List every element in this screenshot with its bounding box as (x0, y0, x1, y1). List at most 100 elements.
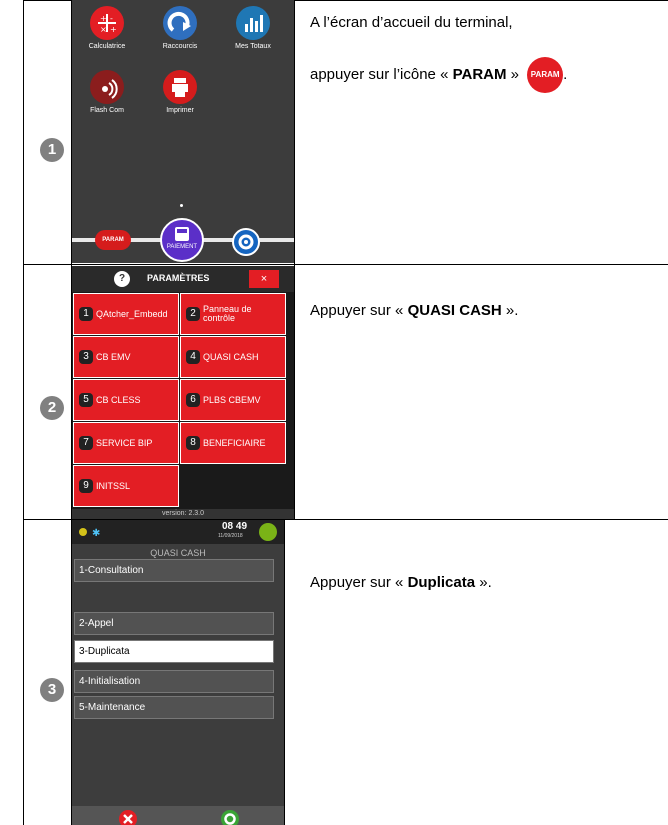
app-label: Calculatrice (88, 43, 126, 50)
tile-number: 2 (186, 307, 200, 321)
tile-number: 3 (79, 350, 93, 364)
tile-number: 8 (186, 436, 200, 450)
payment-terminal-icon (175, 227, 189, 241)
tile-label: CB CLESS (96, 394, 141, 405)
tile-number: 7 (79, 436, 93, 450)
tile-number: 9 (79, 479, 93, 493)
app-mes-totaux: Mes Totaux (218, 6, 288, 50)
app-calculatrice: + - × + Calculatrice (72, 6, 142, 50)
step2-bold: QUASI CASH (407, 302, 502, 319)
tile-label: Panneau de contrôle (203, 304, 252, 323)
menu-item-appel[interactable]: 2-Appel (74, 612, 274, 635)
tile-qatcher[interactable]: 1 QAtcher_Embedd (73, 293, 179, 335)
step1-line1: A l’écran d’accueil du terminal, (310, 14, 513, 31)
circle-ok-icon (224, 813, 236, 825)
app-raccourcis: Raccourcis (145, 6, 215, 50)
tile-label: CB EMV (96, 351, 131, 362)
step3-instruction: Appuyer sur « Duplicata ». (310, 574, 492, 591)
calculator-icon: + - × + (90, 6, 124, 40)
tile-beneficiaire[interactable]: 8 BENEFICIAIRE (180, 422, 286, 464)
tile-quasi-cash[interactable]: 4 QUASI CASH (180, 336, 286, 378)
step2-text-post: ». (501, 302, 519, 319)
param-button[interactable]: PARAM (95, 230, 131, 250)
tile-label: SERVICE BIP (96, 437, 153, 448)
clock-date: 11/09/2018 (218, 533, 243, 539)
step-bullet-1: 1 (40, 138, 64, 162)
paiement-label: PAIEMENT (166, 244, 198, 250)
status-bar: ✱ 08 49 11/09/2018 (72, 520, 284, 544)
quasi-cash-screen-screenshot: ✱ 08 49 11/09/2018 QUASI CASH 1-Consulta… (72, 520, 284, 825)
step-bullet-3: 3 (40, 678, 64, 702)
app-flash-com: Flash Com (72, 70, 142, 114)
tile-label: BENEFICIAIRE (203, 437, 266, 448)
tile-cb-cless[interactable]: 5 CB CLESS (73, 379, 179, 421)
tile-number: 5 (79, 393, 93, 407)
tile-label: QAtcher_Embedd (96, 308, 168, 319)
help-button[interactable]: ? (114, 271, 130, 287)
step2-instruction: Appuyer sur « QUASI CASH ». (310, 302, 518, 319)
app-label: Flash Com (90, 107, 124, 114)
tile-label: QUASI CASH (203, 351, 259, 362)
version-footer: version: 2.3.0 (72, 509, 294, 519)
parametres-screen-screenshot: ? PARAMÈTRES × 1 QAtcher_Embedd 2 Panneau … (72, 266, 294, 519)
battery-icon (259, 523, 277, 541)
printer-icon (163, 70, 197, 104)
step3-bold: Duplicata (407, 574, 476, 591)
svg-text:✱: ✱ (92, 528, 100, 539)
tile-initssl[interactable]: 9 INITSSL (73, 465, 179, 507)
tile-number: 1 (79, 307, 93, 321)
close-x-icon (123, 814, 133, 824)
step1-bold: PARAM (452, 65, 507, 83)
clock-time: 08 49 (222, 521, 248, 532)
validate-button[interactable] (221, 810, 239, 825)
param-inline-icon: PARAM (527, 57, 564, 93)
parametres-header: ? PARAMÈTRES × (72, 266, 294, 292)
screen-title: QUASI CASH (150, 548, 206, 558)
menu-item-duplicata[interactable]: 3-Duplicata (74, 640, 274, 663)
step2-text-pre: Appuyer sur « (310, 302, 408, 319)
paiement-button[interactable]: PAIEMENT (160, 218, 204, 262)
tile-number: 4 (186, 350, 200, 364)
step-bullet-2: 2 (40, 396, 64, 420)
settings-button[interactable] (232, 228, 260, 256)
tile-label: INITSSL (96, 480, 131, 491)
tile-label: PLBS CBEMV (203, 394, 261, 405)
app-label: Mes Totaux (235, 43, 271, 50)
svg-text:-: - (110, 14, 113, 23)
instruction-table: 1 + - × + Calculatrice Raccourcis Mes Totau… (0, 0, 668, 825)
tile-panneau-controle[interactable]: 2 Panneau de contrôle (180, 293, 286, 335)
step1-period: . (563, 65, 568, 83)
stats-chart-icon (236, 6, 270, 40)
gear-icon (238, 234, 254, 250)
step1-line2: appuyer sur l’icône « PARAM » PARAM. (310, 57, 668, 93)
step1-text-pre: appuyer sur l’icône « (310, 65, 453, 83)
broadcast-icon (90, 70, 124, 104)
app-label: Imprimer (166, 107, 194, 114)
close-button[interactable]: × (249, 270, 279, 288)
svg-text:+: + (110, 25, 117, 34)
cancel-button[interactable] (119, 810, 137, 825)
menu-item-initialisation[interactable]: 4-Initialisation (74, 670, 274, 693)
tile-cb-emv[interactable]: 3 CB EMV (73, 336, 179, 378)
table-left-border (23, 0, 24, 825)
page-indicator-dot (180, 204, 183, 207)
svg-text:×: × (100, 25, 107, 34)
step3-text-post: ». (475, 574, 492, 591)
home-screen-screenshot: + - × + Calculatrice Raccourcis Mes Totaux … (72, 0, 294, 263)
column-divider-2b (284, 519, 285, 825)
menu-item-maintenance[interactable]: 5-Maintenance (74, 696, 274, 719)
step3-text-pre: Appuyer sur « (310, 574, 408, 591)
app-label: Raccourcis (162, 43, 198, 50)
step1-text-post: » (506, 65, 519, 83)
tile-service-bip[interactable]: 7 SERVICE BIP (73, 422, 179, 464)
column-divider-2 (294, 0, 295, 519)
menu-item-consultation[interactable]: 1-Consultation (74, 559, 274, 582)
parametres-title: PARAMÈTRES (147, 273, 210, 283)
bottom-action-bar (72, 806, 284, 825)
tile-plbs-cbemv[interactable]: 6 PLBS CBEMV (180, 379, 286, 421)
row-divider-1 (23, 264, 668, 265)
svg-text:+: + (100, 14, 107, 23)
tile-number: 6 (186, 393, 200, 407)
network-bluetooth-icon: ✱ (79, 528, 100, 539)
shortcut-arrow-icon (163, 6, 197, 40)
